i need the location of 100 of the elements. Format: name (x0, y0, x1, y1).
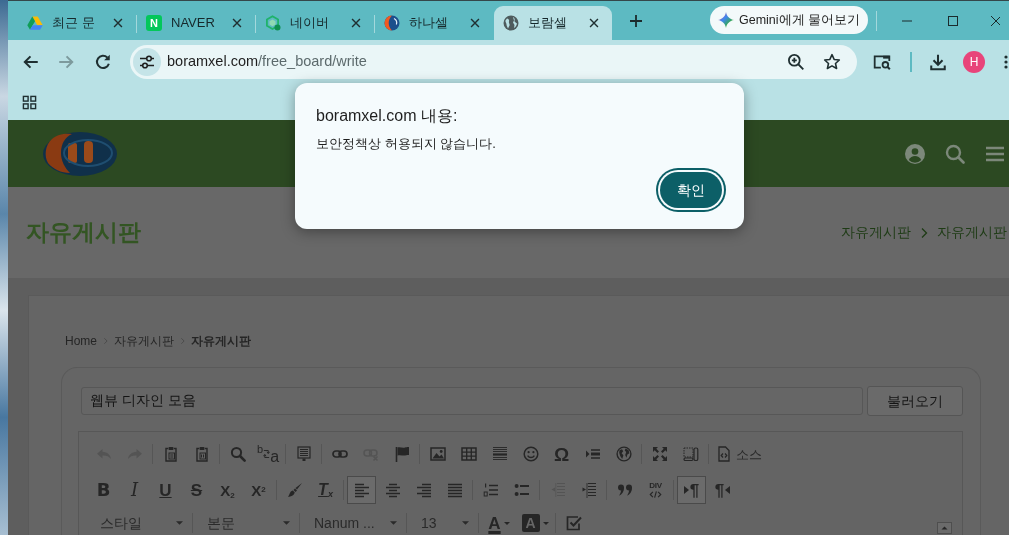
align-center-icon (384, 482, 401, 498)
zoom-icon[interactable] (787, 53, 805, 71)
bold-button[interactable]: B (89, 476, 118, 504)
align-right-icon (415, 482, 432, 498)
site-logo[interactable] (42, 130, 118, 177)
breadcrumb-current: 자유게시판 (191, 332, 251, 350)
dialog-title: boramxel.com 내용: (316, 106, 459, 126)
back-icon[interactable] (22, 53, 40, 71)
picture-icon (429, 446, 446, 462)
subscript-button[interactable]: X$_{2}$ (213, 476, 242, 504)
globe-icon (503, 15, 519, 31)
remove-format-button[interactable]: T$_{x}$ (311, 476, 340, 504)
triangle-icon (683, 486, 689, 494)
tab-search-icon[interactable] (873, 53, 891, 71)
round-logo-icon (384, 15, 400, 31)
close-icon[interactable] (230, 16, 244, 30)
browser-tab[interactable]: 네이버 (256, 6, 374, 40)
search-icon[interactable] (945, 143, 965, 164)
reload-icon[interactable] (94, 53, 112, 71)
numbered-list-icon (482, 482, 499, 498)
page-title: 자유게시판 (26, 218, 141, 247)
style-dropdown[interactable]: 스타일 (89, 512, 189, 534)
chevron-icon (920, 226, 928, 239)
caret-icon (283, 521, 290, 525)
sliders-icon[interactable] (133, 48, 161, 76)
load-button[interactable]: 불러오기 (867, 386, 963, 416)
bulleted-list-icon (513, 482, 530, 498)
close-icon[interactable] (587, 16, 601, 30)
triangle-lines-icon (584, 446, 601, 462)
caret-icon (176, 521, 183, 525)
caret-icon (462, 521, 469, 525)
expand-arrows-icon (651, 446, 668, 462)
smiley-icon (522, 446, 539, 462)
more-menu-icon[interactable] (1004, 54, 1008, 70)
align-left-icon (353, 482, 370, 498)
caret-icon (390, 521, 397, 525)
maximize-icon[interactable] (947, 14, 960, 27)
dashed-box-icon (682, 446, 699, 462)
underline-button[interactable]: U (151, 476, 180, 504)
breadcrumb-link[interactable]: 자유게시판 (114, 331, 174, 350)
triangle-icon (725, 486, 731, 494)
code-brackets-icon (649, 491, 662, 498)
close-icon[interactable] (468, 16, 482, 30)
caret-icon (542, 521, 549, 525)
brush-icon (286, 482, 303, 498)
user-icon[interactable] (905, 143, 925, 164)
download-icon[interactable] (929, 53, 947, 71)
flag-icon (393, 446, 410, 462)
browser-tab[interactable]: 하나셀 (375, 6, 493, 40)
replace-button[interactable]: b a (254, 440, 283, 468)
trail-link[interactable]: 자유게시판 (841, 222, 911, 243)
rtl-button[interactable]: ¶ (708, 476, 737, 504)
text-color-button[interactable]: A (482, 512, 516, 534)
close-icon[interactable] (349, 16, 363, 30)
ltr-button[interactable]: ¶ (677, 476, 706, 504)
dialog-message: 보안정책상 허용되지 않습니다. (316, 135, 497, 153)
assistant-button[interactable]: Gemini에게 물어보기 (710, 6, 869, 34)
italic-button[interactable]: I (120, 476, 149, 504)
hexagon-icon (265, 15, 281, 31)
profile-avatar[interactable]: H (963, 51, 985, 73)
clipboard-icon (162, 446, 179, 462)
trail-link[interactable]: 자유게시판 (937, 222, 1007, 243)
checkbox-icon (565, 515, 582, 531)
new-tab-icon[interactable] (628, 12, 644, 29)
close-icon[interactable] (990, 14, 1001, 27)
font-dropdown[interactable]: Nanum ... (303, 512, 403, 534)
size-dropdown[interactable]: 13 (410, 512, 475, 534)
quote-marks-icon (616, 482, 633, 498)
background-color-button[interactable]: A (518, 512, 552, 534)
browser-tab[interactable]: 최근 문 (18, 6, 136, 40)
globe-icon (615, 446, 632, 462)
sparkle-icon (718, 12, 734, 28)
justify-icon (446, 482, 463, 498)
format-dropdown[interactable]: 본문 (196, 512, 296, 534)
align-left-button[interactable] (347, 476, 376, 504)
superscript-button[interactable]: X$^{2}$ (244, 476, 273, 504)
scroll-up-icon[interactable] (937, 522, 952, 534)
document-lines-icon (295, 446, 312, 462)
tab-favicon: N (146, 15, 162, 31)
browser-tab[interactable]: N NAVER (137, 6, 255, 40)
table-icon (460, 446, 477, 462)
breadcrumb-link[interactable]: Home (65, 331, 97, 350)
strikethrough-button[interactable]: S (182, 476, 211, 504)
title-input[interactable]: 웹뷰 디자인 모음 (81, 387, 863, 415)
horizontal-lines-icon (491, 446, 508, 462)
close-icon[interactable] (111, 16, 125, 30)
address-bar[interactable]: boramxel.com/free_board/write (130, 45, 857, 79)
clipboard-icon (193, 446, 210, 462)
caret-icon (503, 521, 510, 525)
browser-tab[interactable]: 보람셀 (494, 6, 612, 40)
source-button[interactable]: 소스 (712, 440, 767, 468)
tricolor-triangle-icon (27, 15, 43, 31)
special-character-button[interactable]: Ω (547, 440, 577, 468)
code-file-icon (716, 446, 733, 462)
search-icon (229, 446, 246, 462)
apps-grid-icon[interactable] (22, 94, 37, 110)
div-button[interactable]: DIV (641, 476, 670, 504)
star-icon[interactable] (823, 53, 841, 71)
indent-icon (580, 482, 597, 498)
url-text: boramxel.com/free_board/write (167, 52, 367, 72)
